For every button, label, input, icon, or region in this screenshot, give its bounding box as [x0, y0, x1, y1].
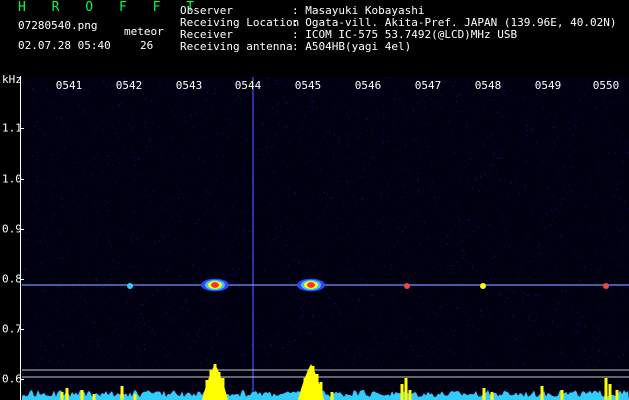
time-label-0546: 0546 — [354, 79, 382, 92]
noise-speckle — [22, 77, 629, 368]
time-label-0543: 0543 — [175, 79, 203, 92]
histogram-bar — [408, 390, 412, 400]
histogram-bar — [608, 384, 612, 400]
time-label-0541: 0541 — [55, 79, 83, 92]
histogram-bar — [65, 388, 69, 400]
freq-tick — [20, 128, 24, 129]
meteor-count: 26 — [140, 39, 154, 52]
time-label-0544: 0544 — [234, 79, 262, 92]
meteor-echo-small — [404, 283, 410, 289]
histogram-bar — [482, 388, 486, 400]
file-name: 07280540.png — [18, 19, 98, 32]
meteor-echo-2 — [297, 278, 325, 292]
freq-label-1-1: 1.1 — [2, 121, 22, 135]
histogram-bar — [60, 392, 64, 400]
meteor-echo-small — [603, 283, 609, 289]
freq-label-0-7: 0.7 — [2, 322, 22, 336]
histogram-bar — [560, 390, 564, 400]
histogram-bar — [404, 378, 408, 400]
time-label-0550: 0550 — [592, 79, 620, 92]
time-label-0549: 0549 — [534, 79, 562, 92]
histogram-bar — [490, 392, 494, 400]
freq-label-0-9: 0.9 — [2, 222, 22, 236]
meteor-echo-small — [127, 283, 133, 289]
antenna-value: : A504HB(yagi 4el) — [292, 40, 412, 53]
histogram-bar — [133, 394, 137, 400]
histogram-bar — [540, 386, 544, 400]
time-label-0542: 0542 — [115, 79, 143, 92]
station-values: : Masayuki Kobayashi : Ogata-vill. Akita… — [292, 5, 617, 53]
histogram-bar — [120, 386, 124, 400]
meteor-echo-1 — [201, 278, 229, 292]
station-labels: Observer Receiving Location Receiver Rec… — [180, 5, 299, 53]
noise-floor — [22, 390, 629, 400]
freq-label-0-8: 0.8 — [2, 272, 22, 286]
time-label-0547: 0547 — [414, 79, 442, 92]
observation-datetime: 02.07.28 05:40 — [18, 39, 111, 52]
freq-tick — [20, 229, 24, 230]
time-label-0548: 0548 — [474, 79, 502, 92]
freq-tick — [20, 179, 24, 180]
antenna-label: Receiving antenna — [180, 40, 293, 53]
spectrogram-canvas — [22, 77, 629, 400]
app-title: H R O F F T — [18, 0, 204, 15]
meteor-label: meteor — [124, 25, 164, 38]
frequency-unit: kHz — [2, 73, 22, 86]
histogram-bar — [92, 394, 96, 400]
freq-label-0-6: 0.6 — [2, 372, 22, 386]
freq-tick — [20, 329, 24, 330]
meteor-echo-small — [480, 283, 486, 289]
freq-label-1-0: 1.0 — [2, 172, 22, 186]
histogram-bar — [604, 378, 608, 400]
histogram-bar — [80, 390, 84, 400]
time-label-0545: 0545 — [294, 79, 322, 92]
freq-tick — [20, 279, 24, 280]
freq-tick — [20, 379, 24, 380]
spectrogram — [22, 77, 629, 400]
histogram-bar — [400, 384, 404, 400]
histogram-bar — [330, 392, 334, 400]
histogram-bar — [615, 390, 619, 400]
